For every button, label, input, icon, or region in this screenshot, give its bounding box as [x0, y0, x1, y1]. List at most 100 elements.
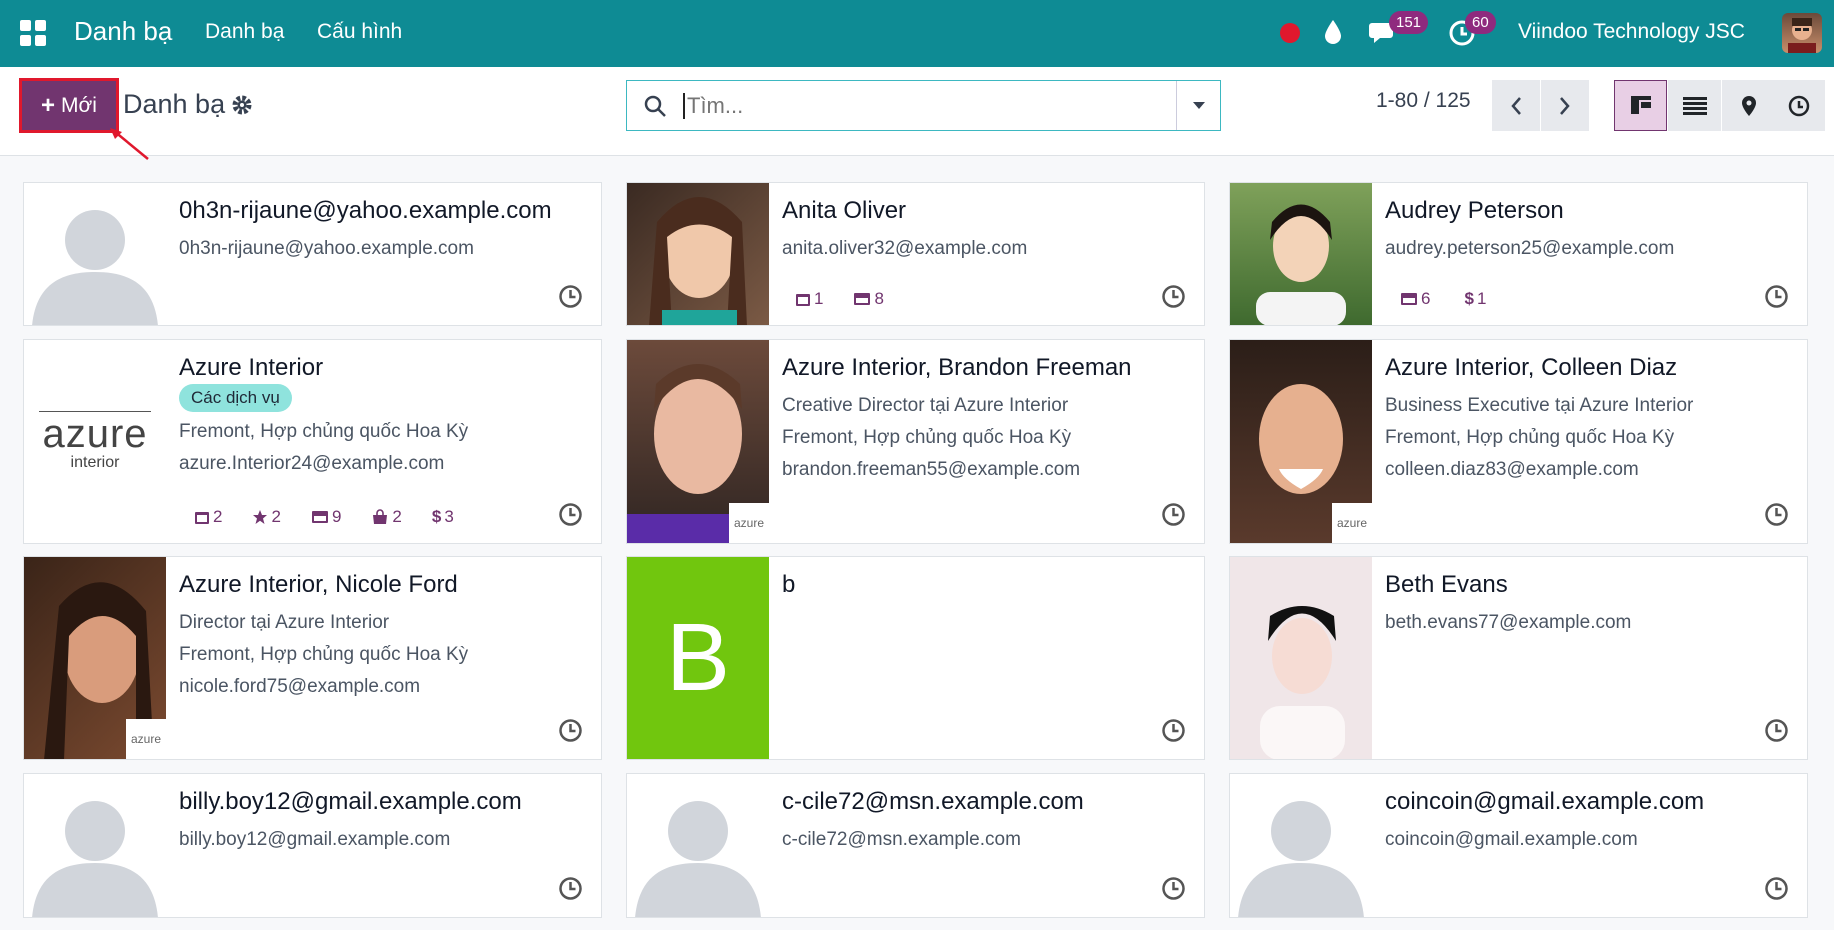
purchases-count[interactable]: 2	[371, 507, 402, 527]
chevron-right-icon	[1560, 96, 1570, 115]
contact-name: Azure Interior, Brandon Freeman	[782, 354, 1132, 381]
search-bar	[626, 80, 1221, 131]
activity-clock-icon[interactable]	[1764, 718, 1789, 743]
gear-icon[interactable]	[231, 94, 253, 122]
pager-previous-button[interactable]	[1492, 80, 1540, 131]
contact-name: b	[782, 571, 796, 598]
contact-name: billy.boy12@gmail.example.com	[179, 788, 522, 815]
meetings-count[interactable]: 2	[194, 507, 222, 527]
menu-configuration[interactable]: Cấu hình	[317, 20, 402, 44]
apps-menu-icon[interactable]	[20, 20, 46, 46]
activity-clock-icon[interactable]	[558, 284, 583, 309]
activity-clock-icon[interactable]	[558, 718, 583, 743]
sales-count[interactable]: $1	[1464, 289, 1486, 309]
contact-photo: azure	[1230, 340, 1372, 543]
contact-card[interactable]: 0h3n-rijaune@yahoo.example.com 0h3n-rijau…	[23, 182, 602, 326]
contact-photo	[1230, 557, 1372, 759]
map-view-button[interactable]	[1722, 80, 1775, 131]
contact-name: 0h3n-rijaune@yahoo.example.com	[179, 197, 552, 224]
company-mini-logo: azure	[729, 503, 769, 543]
contact-card[interactable]: Beth Evans beth.evans77@example.com	[1229, 556, 1808, 760]
activity-clock-icon[interactable]	[558, 876, 583, 901]
pager-next-button[interactable]	[1541, 80, 1589, 131]
activity-clock-icon[interactable]	[1161, 284, 1186, 309]
pager-value[interactable]: 1-80 / 125	[1376, 89, 1471, 113]
star-icon	[253, 510, 268, 524]
kanban-icon	[1630, 95, 1651, 114]
avatar-placeholder-icon	[24, 183, 166, 325]
contact-email: nicole.ford75@example.com	[179, 676, 421, 697]
contact-email: beth.evans77@example.com	[1385, 612, 1632, 633]
activity-clock-icon[interactable]	[1161, 718, 1186, 743]
contact-email: brandon.freeman55@example.com	[782, 459, 1081, 480]
card-stats: 1 8	[795, 289, 884, 309]
activity-clock-icon[interactable]	[1161, 502, 1186, 527]
contact-card[interactable]: azure Azure Interior, Brandon Freeman Cr…	[626, 339, 1205, 544]
contact-address: Fremont, Hợp chủng quốc Hoa Kỳ	[1385, 427, 1675, 448]
card-stats: 2 2 9 2 $3	[194, 507, 454, 527]
company-logo: azure interior	[24, 340, 166, 543]
contact-card[interactable]: Audrey Peterson audrey.peterson25@example…	[1229, 182, 1808, 326]
avatar-placeholder-icon	[627, 774, 769, 917]
contact-card[interactable]: coincoin@gmail.example.com coincoin@gmail…	[1229, 773, 1808, 918]
activity-clock-icon[interactable]	[1764, 876, 1789, 901]
shopping-bag-icon	[373, 509, 388, 524]
contact-card[interactable]: azure Azure Interior, Colleen Diaz Busin…	[1229, 339, 1808, 544]
category-tag[interactable]: Các dịch vụ	[179, 384, 292, 412]
activity-clock-icon[interactable]	[1161, 876, 1186, 901]
contact-initial-avatar: B	[627, 557, 769, 759]
new-button[interactable]: + Mới	[19, 78, 119, 133]
activity-view-button[interactable]	[1772, 80, 1825, 131]
dollar-icon: $	[1464, 289, 1474, 308]
search-input[interactable]	[683, 92, 1176, 119]
contact-photo: azure	[24, 557, 166, 759]
control-panel: + Mới Danh bạ 1-80 / 125	[0, 67, 1834, 160]
credit-card-icon	[1401, 293, 1417, 305]
contact-card[interactable]: azure Azure Interior, Nicole Ford Direct…	[23, 556, 602, 760]
credit-card-icon	[854, 293, 871, 305]
recording-indicator-icon[interactable]	[1280, 23, 1300, 43]
search-options-toggle[interactable]	[1176, 81, 1220, 130]
cards-count[interactable]: 6	[1400, 289, 1430, 309]
user-avatar[interactable]	[1782, 13, 1822, 53]
contact-card[interactable]: billy.boy12@gmail.example.com billy.boy12…	[23, 773, 602, 918]
activity-clock-icon[interactable]	[1764, 502, 1789, 527]
contact-email: coincoin@gmail.example.com	[1385, 829, 1638, 850]
opportunities-count[interactable]: 2	[252, 507, 281, 527]
drop-icon[interactable]	[1323, 19, 1343, 50]
app-brand[interactable]: Danh bạ	[74, 16, 172, 47]
avatar-placeholder-icon	[24, 774, 166, 917]
kanban-view-button[interactable]	[1614, 80, 1667, 131]
contact-address: Fremont, Hợp chủng quốc Hoa Kỳ	[179, 644, 469, 665]
company-switcher[interactable]: Viindoo Technology JSC	[1518, 20, 1745, 44]
activity-clock-icon[interactable]	[1764, 284, 1789, 309]
search-icon	[627, 94, 683, 118]
contact-card[interactable]: azure interior Azure Interior Các dịch v…	[23, 339, 602, 544]
menu-contacts[interactable]: Danh bạ	[205, 20, 284, 44]
contact-card[interactable]: c-cile72@msn.example.com c-cile72@msn.exa…	[626, 773, 1205, 918]
new-button-label: Mới	[61, 93, 97, 117]
calendar-icon	[796, 294, 810, 306]
contact-photo	[1230, 183, 1372, 325]
contact-email: billy.boy12@gmail.example.com	[179, 829, 451, 850]
contact-card[interactable]: B b	[626, 556, 1205, 760]
activity-clock-icon[interactable]	[558, 502, 583, 527]
contact-job: Business Executive tại Azure Interior	[1385, 395, 1694, 416]
contact-email: azure.Interior24@example.com	[179, 453, 445, 474]
cards-count[interactable]: 8	[853, 289, 884, 309]
cards-count[interactable]: 9	[311, 507, 341, 527]
contact-job: Director tại Azure Interior	[179, 612, 390, 633]
list-icon	[1682, 96, 1707, 115]
sales-count[interactable]: $3	[432, 507, 454, 527]
contact-card[interactable]: Anita Oliver anita.oliver32@example.com 1…	[626, 182, 1205, 326]
annotation-arrow-icon	[110, 128, 149, 160]
contact-photo: azure	[627, 340, 769, 543]
list-view-button[interactable]	[1668, 80, 1721, 131]
avatar-placeholder-icon	[1230, 774, 1372, 917]
messages-badge: 151	[1389, 11, 1429, 34]
page-title: Danh bạ	[123, 89, 226, 119]
meetings-count[interactable]: 1	[795, 289, 823, 309]
contact-name: Azure Interior, Colleen Diaz	[1385, 354, 1678, 381]
contact-name: Audrey Peterson	[1385, 197, 1564, 224]
contact-email: c-cile72@msn.example.com	[782, 829, 1021, 850]
